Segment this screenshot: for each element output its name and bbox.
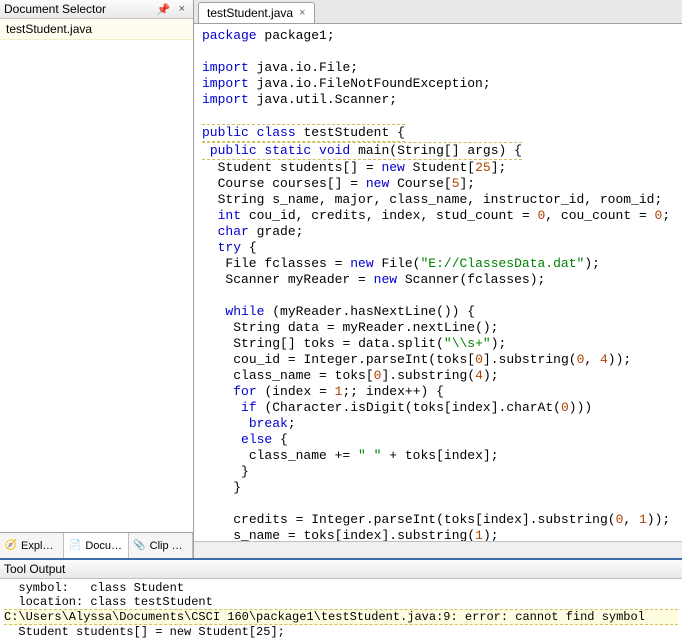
code-line[interactable]: Course courses[] = new Course[5]; (202, 176, 674, 192)
code-line[interactable] (202, 288, 674, 304)
sidebar-tab[interactable]: 📄Docu… (64, 533, 128, 558)
code-line[interactable] (202, 44, 674, 60)
code-line[interactable]: public class testStudent { (202, 124, 674, 142)
code-line[interactable]: } (202, 464, 674, 480)
code-line[interactable]: int cou_id, credits, index, stud_count =… (202, 208, 674, 224)
document-selector-title: Document Selector (4, 2, 153, 16)
code-line[interactable] (202, 496, 674, 512)
code-line[interactable]: s_name = toks[index].substring(1); (202, 528, 674, 541)
horizontal-scrollbar[interactable] (194, 541, 682, 558)
code-line[interactable]: import java.io.File; (202, 60, 674, 76)
tool-output-line: location: class testStudent (4, 595, 678, 609)
code-line[interactable]: File fclasses = new File("E://ClassesDat… (202, 256, 674, 272)
code-line[interactable]: credits = Integer.parseInt(toks[index].s… (202, 512, 674, 528)
code-line[interactable]: package package1; (202, 28, 674, 44)
code-line[interactable]: for (index = 1;; index++) { (202, 384, 674, 400)
code-editor[interactable]: package package1; import java.io.File;im… (194, 24, 682, 541)
tab-close-icon[interactable]: × (299, 7, 305, 19)
code-line[interactable]: } (202, 480, 674, 496)
tool-output-line: symbol: class Student (4, 581, 678, 595)
sidebar: Document Selector 📌 × testStudent.java 🧭… (0, 0, 194, 558)
document-list: testStudent.java (0, 19, 193, 532)
document-selector-header: Document Selector 📌 × (0, 0, 193, 19)
tool-output-panel: Tool Output symbol: class Student locati… (0, 558, 682, 644)
code-line[interactable]: cou_id = Integer.parseInt(toks[0].substr… (202, 352, 674, 368)
sidebar-tab-label: Clip … (150, 540, 183, 552)
sidebar-tab-label: Docu… (85, 540, 122, 552)
main-area: Document Selector 📌 × testStudent.java 🧭… (0, 0, 682, 558)
code-line[interactable]: class_name = toks[0].substring(4); (202, 368, 674, 384)
code-line[interactable]: public static void main(String[] args) { (202, 142, 674, 160)
sidebar-tab-icon: 📎 (133, 539, 147, 553)
code-line[interactable]: try { (202, 240, 674, 256)
sidebar-bottom-tabs: 🧭Expl…📄Docu…📎Clip … (0, 532, 193, 558)
sidebar-tab-icon: 📄 (68, 539, 82, 553)
tool-output-line: Student students[] = new Student[25]; (4, 625, 678, 639)
code-line[interactable]: String s_name, major, class_name, instru… (202, 192, 674, 208)
code-line[interactable]: String data = myReader.nextLine(); (202, 320, 674, 336)
sidebar-tab[interactable]: 📎Clip … (129, 533, 193, 558)
tool-output-body[interactable]: symbol: class Student location: class te… (0, 579, 682, 644)
editor-area: testStudent.java × package package1; imp… (194, 0, 682, 558)
code-line[interactable]: String[] toks = data.split("\\s+"); (202, 336, 674, 352)
pin-icon[interactable]: 📌 (153, 3, 175, 16)
sidebar-tab[interactable]: 🧭Expl… (0, 533, 64, 558)
editor-tab-label: testStudent.java (207, 6, 293, 20)
sidebar-tab-label: Expl… (21, 540, 53, 552)
code-line[interactable]: class_name += " " + toks[index]; (202, 448, 674, 464)
tool-output-title: Tool Output (0, 560, 682, 579)
code-line[interactable]: import java.io.FileNotFoundException; (202, 76, 674, 92)
code-line[interactable]: while (myReader.hasNextLine()) { (202, 304, 674, 320)
code-line[interactable]: Scanner myReader = new Scanner(fclasses)… (202, 272, 674, 288)
sidebar-tab-icon: 🧭 (4, 539, 18, 553)
code-line[interactable]: char grade; (202, 224, 674, 240)
code-line[interactable]: import java.util.Scanner; (202, 92, 674, 108)
document-list-item[interactable]: testStudent.java (0, 19, 193, 40)
close-icon[interactable]: × (175, 3, 189, 15)
tool-output-line: C:\Users\Alyssa\Documents\CSCI 160\packa… (4, 609, 678, 625)
code-line[interactable]: Student students[] = new Student[25]; (202, 160, 674, 176)
code-line[interactable]: break; (202, 416, 674, 432)
code-line[interactable] (202, 108, 674, 124)
editor-tab-bar: testStudent.java × (194, 0, 682, 24)
code-line[interactable]: if (Character.isDigit(toks[index].charAt… (202, 400, 674, 416)
editor-tab[interactable]: testStudent.java × (198, 2, 315, 23)
code-line[interactable]: else { (202, 432, 674, 448)
